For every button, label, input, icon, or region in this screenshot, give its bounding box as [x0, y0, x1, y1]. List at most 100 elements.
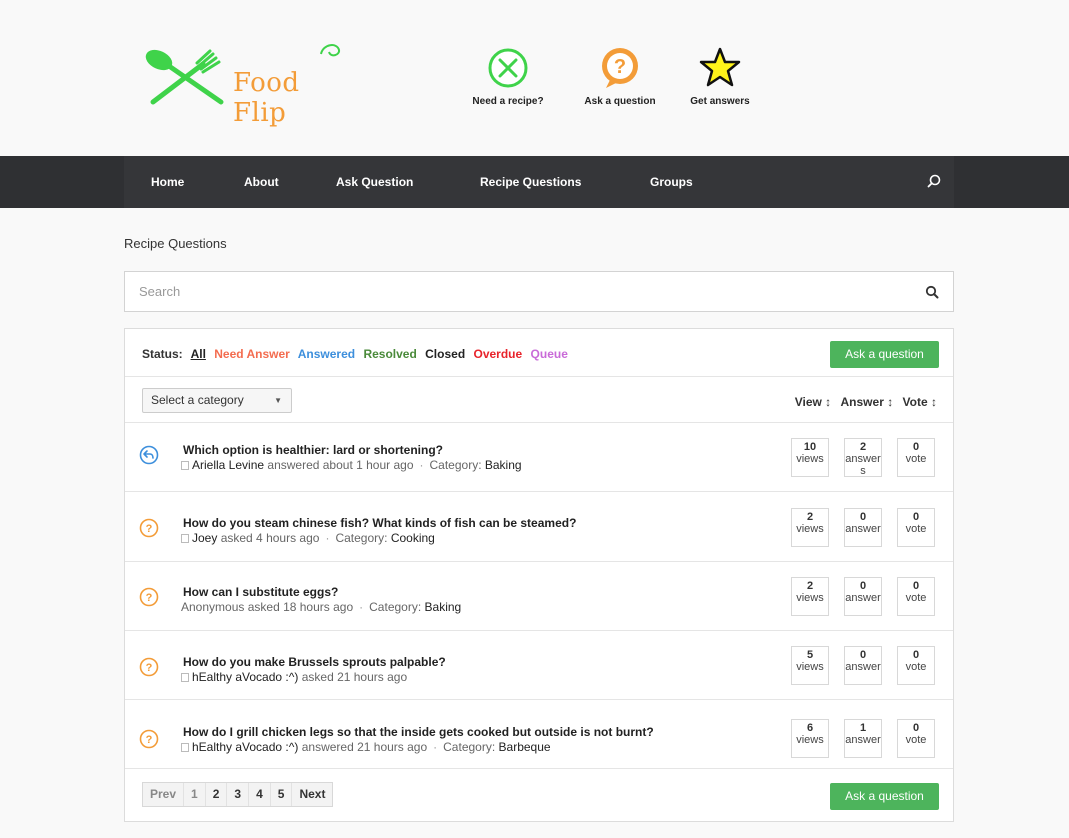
question-title[interactable]: How do I grill chicken legs so that the …: [183, 725, 654, 739]
status-filter-overdue[interactable]: Overdue: [474, 347, 523, 361]
question-user[interactable]: hEalthy aVocado :^): [192, 670, 298, 684]
category-select[interactable]: Select a category ▼: [142, 388, 292, 413]
sort-view[interactable]: View ↕: [795, 395, 831, 409]
question-category[interactable]: Cooking: [391, 531, 435, 545]
question-circle-icon: ?: [139, 657, 159, 677]
question-meta: hEalthy aVocado :^) answered 21 hours ag…: [181, 740, 551, 754]
questions-panel: Status: All Need Answer Answered Resolve…: [124, 328, 954, 822]
feature-ask-question[interactable]: ? Ask a question: [572, 46, 668, 107]
nav-item-about[interactable]: About: [244, 175, 279, 189]
ask-question-button[interactable]: Ask a question: [830, 341, 939, 368]
question-action: answered 21 hours ago: [301, 740, 428, 754]
question-action: answered about 1 hour ago: [267, 458, 414, 472]
ask-question-bottom-button[interactable]: Ask a question: [830, 783, 939, 810]
status-bar: Status: All Need Answer Answered Resolve…: [125, 329, 953, 377]
votes-count: 0 vote: [897, 719, 935, 758]
status-filter-closed[interactable]: Closed: [425, 347, 465, 361]
question-category[interactable]: Barbeque: [499, 740, 551, 754]
feature-get-answers[interactable]: Get answers: [672, 46, 768, 107]
feature-label: Ask a question: [584, 96, 656, 107]
status-filter-all[interactable]: All: [191, 347, 206, 361]
nav-bar: Home About Ask Question Recipe Questions…: [124, 156, 954, 208]
question-user[interactable]: Anonymous: [181, 600, 244, 614]
site-header: Food Flip Need a recipe? ? Ask a questio…: [0, 0, 1069, 156]
pager-page-4[interactable]: 4: [248, 783, 270, 806]
question-category[interactable]: Baking: [485, 458, 522, 472]
feature-label: Get answers: [690, 96, 750, 107]
fork-spoon-logo-icon: [145, 49, 224, 105]
question-user[interactable]: Joey: [192, 531, 217, 545]
question-user[interactable]: hEalthy aVocado :^): [192, 740, 298, 754]
sort-controls: View ↕ Answer ↕ Vote ↕: [789, 395, 937, 409]
feature-label: Need a recipe?: [472, 96, 544, 107]
question-circle-icon: ?: [139, 729, 159, 749]
question-row[interactable]: Which option is healthier: lard or short…: [125, 423, 953, 492]
answers-count: 2 answers: [844, 438, 882, 477]
category-label: Category:: [443, 740, 496, 754]
status-filter-need-answer[interactable]: Need Answer: [214, 347, 290, 361]
site-logo[interactable]: Food Flip: [141, 40, 351, 128]
question-category[interactable]: Baking: [425, 600, 462, 614]
votes-count: 0 vote: [897, 646, 935, 685]
question-meta: Ariella Levine answered about 1 hour ago…: [181, 458, 522, 472]
pager-page-5[interactable]: 5: [269, 783, 292, 806]
category-label: Category:: [369, 600, 422, 614]
question-row[interactable]: ? How do I grill chicken legs so that th…: [125, 700, 953, 769]
question-user[interactable]: Ariella Levine: [192, 458, 264, 472]
brand-name: Food Flip: [233, 68, 300, 128]
avatar: [181, 673, 189, 682]
search-icon[interactable]: [926, 173, 942, 189]
avatar: [181, 461, 189, 470]
question-title[interactable]: How do you make Brussels sprouts palpabl…: [183, 655, 446, 669]
status-filters: Status: All Need Answer Answered Resolve…: [142, 347, 573, 361]
sort-vote[interactable]: Vote ↕: [903, 395, 937, 409]
category-select-value: Select a category: [151, 393, 244, 407]
question-row[interactable]: ? How do you steam chinese fish? What ki…: [125, 493, 953, 562]
question-meta: Joey asked 4 hours ago · Category: Cooking: [181, 531, 435, 545]
category-label: Category:: [429, 458, 482, 472]
svg-text:?: ?: [146, 592, 153, 604]
votes-count: 0 vote: [897, 508, 935, 547]
views-count: 10 views: [791, 438, 829, 477]
filter-bar: Select a category ▼ View ↕ Answer ↕ Vote…: [125, 377, 953, 423]
svg-text:?: ?: [146, 523, 153, 535]
question-row[interactable]: ? How can I substitute eggs? Anonymous a…: [125, 562, 953, 631]
question-action: asked 18 hours ago: [247, 600, 354, 614]
votes-count: 0 vote: [897, 438, 935, 477]
pager-next[interactable]: Next: [291, 783, 332, 806]
category-label: Category:: [335, 531, 388, 545]
status-filter-queue[interactable]: Queue: [531, 347, 568, 361]
nav-item-recipe-questions[interactable]: Recipe Questions: [480, 175, 581, 189]
question-action: asked 21 hours ago: [301, 670, 408, 684]
status-filter-resolved[interactable]: Resolved: [363, 347, 416, 361]
fork-knife-circle-icon: [488, 48, 528, 88]
pager-page-1[interactable]: 1: [183, 783, 205, 806]
question-row[interactable]: ? How do you make Brussels sprouts palpa…: [125, 631, 953, 700]
sort-answer[interactable]: Answer ↕: [841, 395, 894, 409]
votes-count: 0 vote: [897, 577, 935, 616]
reply-arrow-icon: [139, 445, 159, 465]
svg-text:?: ?: [146, 662, 153, 674]
chevron-down-icon: ▼: [274, 396, 282, 405]
feature-need-recipe[interactable]: Need a recipe?: [460, 46, 556, 107]
answers-count: 0 answer: [844, 646, 882, 685]
answers-count: 1 answer: [844, 719, 882, 758]
question-title[interactable]: Which option is healthier: lard or short…: [183, 443, 443, 457]
page-title: Recipe Questions: [124, 236, 227, 251]
swirl-icon: [320, 44, 341, 57]
question-title[interactable]: How can I substitute eggs?: [183, 585, 338, 599]
question-meta: hEalthy aVocado :^) asked 21 hours ago: [181, 670, 407, 684]
search-input[interactable]: [139, 284, 899, 299]
nav-item-home[interactable]: Home: [151, 175, 184, 189]
status-filter-answered[interactable]: Answered: [298, 347, 355, 361]
pager-page-2[interactable]: 2: [204, 783, 227, 806]
star-icon: [699, 47, 741, 87]
pager-prev[interactable]: Prev: [143, 783, 183, 806]
pager-page-3[interactable]: 3: [226, 783, 248, 806]
search-icon[interactable]: [925, 285, 939, 299]
question-meta: Anonymous asked 18 hours ago · Category: B…: [181, 600, 462, 614]
question-circle-icon: ?: [139, 518, 159, 538]
question-title[interactable]: How do you steam chinese fish? What kind…: [183, 516, 576, 530]
nav-item-ask-question[interactable]: Ask Question: [336, 175, 413, 189]
nav-item-groups[interactable]: Groups: [650, 175, 693, 189]
